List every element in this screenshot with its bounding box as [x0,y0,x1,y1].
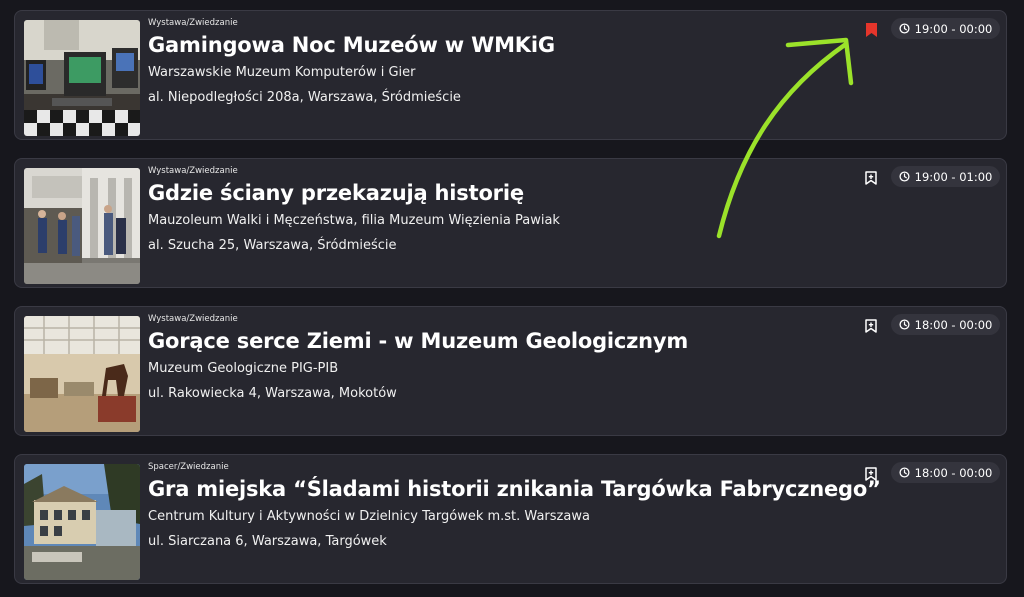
event-time-badge: 18:00 - 00:00 [891,314,1000,335]
event-venue: Muzeum Geologiczne PIG-PIB [148,361,339,376]
event-time-badge: 18:00 - 00:00 [891,462,1000,483]
event-title[interactable]: Gra miejska “Śladami historii znikania T… [148,477,881,501]
clock-icon [899,171,910,182]
event-card[interactable]: Wystawa/Zwiedzanie Gdzie ściany przekazu… [14,158,1007,288]
event-thumbnail[interactable] [24,316,140,432]
bookmark-icon[interactable] [864,22,878,38]
event-address: al. Niepodległości 208a, Warszawa, Śródm… [148,90,461,105]
event-card[interactable]: Wystawa/Zwiedzanie Gorące serce Ziemi - … [14,306,1007,436]
clock-icon [899,23,910,34]
event-category: Wystawa/Zwiedzanie [148,18,238,28]
bookmark-add-icon[interactable] [864,170,878,186]
event-time-badge: 19:00 - 01:00 [891,166,1000,187]
event-thumbnail[interactable] [24,20,140,136]
event-time: 19:00 - 00:00 [914,21,993,36]
event-thumbnail[interactable] [24,168,140,284]
event-time-badge: 19:00 - 00:00 [891,18,1000,39]
bookmark-add-icon[interactable] [864,466,878,482]
event-venue: Warszawskie Muzeum Komputerów i Gier [148,65,416,80]
event-time: 18:00 - 00:00 [914,465,993,480]
event-address: ul. Siarczana 6, Warszawa, Targówek [148,534,387,549]
event-time: 19:00 - 01:00 [914,169,993,184]
event-card[interactable]: Spacer/Zwiedzanie Gra miejska “Śladami h… [14,454,1007,584]
event-thumbnail[interactable] [24,464,140,580]
event-category: Spacer/Zwiedzanie [148,462,229,472]
event-category: Wystawa/Zwiedzanie [148,166,238,176]
event-venue: Mauzoleum Walki i Męczeństwa, filia Muze… [148,213,560,228]
event-title[interactable]: Gorące serce Ziemi - w Muzeum Geologiczn… [148,329,688,353]
bookmark-add-icon[interactable] [864,318,878,334]
event-address: al. Szucha 25, Warszawa, Śródmieście [148,238,397,253]
event-card[interactable]: Wystawa/Zwiedzanie Gamingowa Noc Muzeów … [14,10,1007,140]
clock-icon [899,467,910,478]
event-address: ul. Rakowiecka 4, Warszawa, Mokotów [148,386,397,401]
event-title[interactable]: Gdzie ściany przekazują historię [148,181,524,205]
clock-icon [899,319,910,330]
event-venue: Centrum Kultury i Aktywności w Dzielnicy… [148,509,590,524]
event-title[interactable]: Gamingowa Noc Muzeów w WMKiG [148,33,555,57]
event-category: Wystawa/Zwiedzanie [148,314,238,324]
event-time: 18:00 - 00:00 [914,317,993,332]
